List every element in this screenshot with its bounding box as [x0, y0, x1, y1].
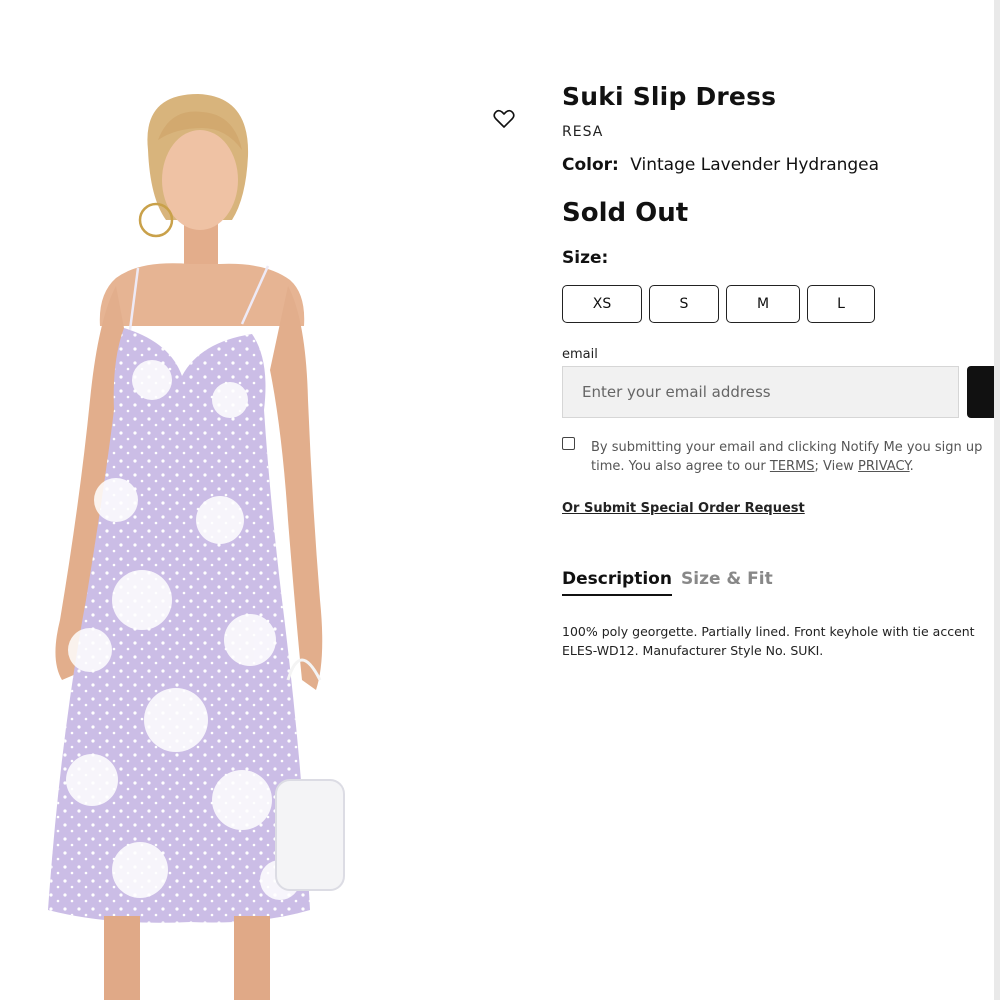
terms-link[interactable]: TERMS: [770, 459, 815, 474]
size-option-m[interactable]: M: [726, 285, 800, 323]
stock-status: Sold Out: [562, 198, 689, 228]
size-option-l[interactable]: L: [807, 285, 875, 323]
size-label: Size:: [562, 248, 609, 268]
description-line-2: ELES-WD12. Manufacturer Style No. SUKI.: [562, 643, 824, 658]
consent-line-2-prefix: time. You also agree to our: [591, 459, 770, 474]
color-value: Vintage Lavender Hydrangea: [630, 155, 880, 175]
right-edge-divider: [994, 0, 1000, 1000]
product-image: [20, 80, 350, 1000]
consent-separator: ; View: [814, 459, 859, 474]
model-wearing-dress-illustration: [48, 94, 345, 1000]
consent-end: .: [909, 459, 914, 474]
tab-size-fit[interactable]: Size & Fit: [681, 569, 773, 589]
brand-name[interactable]: RESA: [562, 124, 603, 140]
color-row: Color: Vintage Lavender Hydrangea: [562, 155, 879, 175]
privacy-link[interactable]: PRIVACY: [858, 459, 910, 474]
heart-outline-icon[interactable]: [492, 108, 516, 130]
product-description: 100% poly georgette. Partially lined. Fr…: [562, 622, 975, 660]
consent-text: By submitting your email and clicking No…: [591, 438, 982, 476]
email-field[interactable]: [562, 366, 959, 418]
special-order-link[interactable]: Or Submit Special Order Request: [562, 501, 805, 516]
size-option-xs[interactable]: XS: [562, 285, 642, 323]
color-label: Color:: [562, 155, 619, 175]
product-title: Suki Slip Dress: [562, 82, 777, 111]
size-option-s[interactable]: S: [649, 285, 719, 323]
description-line-1: 100% poly georgette. Partially lined. Fr…: [562, 624, 975, 639]
tab-description[interactable]: Description: [562, 569, 672, 596]
consent-line-2: time. You also agree to our TERMS; View …: [591, 457, 982, 476]
product-page: Suki Slip Dress RESA Color: Vintage Lave…: [0, 0, 1000, 1000]
consent-line-1: By submitting your email and clicking No…: [591, 440, 983, 455]
email-label: email: [562, 347, 598, 362]
consent-checkbox[interactable]: [562, 437, 575, 450]
